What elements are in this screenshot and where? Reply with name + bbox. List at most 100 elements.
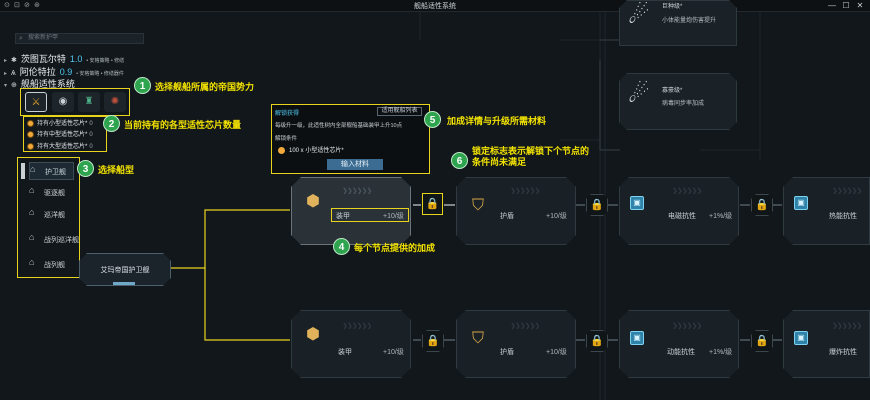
progress-arrows: ❯❯❯❯❯❯ <box>342 188 372 194</box>
ship-type-destroyer[interactable]: ⌂ 驱逐舰 <box>29 184 74 202</box>
resist-module-icon: ▣ <box>630 196 644 210</box>
chip-icon <box>278 146 285 154</box>
node-rate: +10/级 <box>546 349 567 356</box>
faction-emblem-icon: ✱ <box>11 57 17 64</box>
side-node-desc: 病毒同步率加成 <box>662 101 705 107</box>
unlock-requirement: 100 x 小型适性芯片* <box>278 145 344 154</box>
faction-tags: • 安格策略 • 修缮器件 <box>76 71 124 77</box>
minimize-button[interactable]: — <box>826 1 838 11</box>
chip-count-row: 持有中型适性芯片* 0 <box>27 129 93 138</box>
progress-arrows: ❯❯❯❯❯❯ <box>672 188 702 194</box>
faction-item[interactable]: ▸ Ѧ 阿伦特拉 0.9 • 安格策略 • 修缮器件 <box>4 65 124 77</box>
node-rate: +1%/级 <box>709 213 733 220</box>
tooltip-description: 每级升一级，此适性树内全部舰船基础装甲上升10点 <box>275 123 403 129</box>
side-node[interactable]: ☄ 寡豪级* 病毒同步率加成 <box>619 73 737 130</box>
close-button[interactable]: ✕ <box>854 1 866 11</box>
lock-icon[interactable]: 🔒 <box>422 330 444 352</box>
armor-plate-icon: ⬢ <box>306 193 320 210</box>
resist-module-icon: ▣ <box>794 331 808 345</box>
chip-count: 0 <box>89 132 93 138</box>
unlock-tooltip: 解锁获得 适用舰船列表 每级升一级，此适性树内全部舰船基础装甲上升10点 解锁条… <box>271 104 430 174</box>
window-title: 舰船适性系统 <box>414 3 456 10</box>
maximize-button[interactable]: ☐ <box>840 1 852 11</box>
ship-type-label: 护卫舰 <box>45 169 66 176</box>
chip-count-row: 持有小型适性芯片* 0 <box>27 118 93 127</box>
lock-icon[interactable]: 🔒 <box>751 194 773 216</box>
small-chip-icon <box>27 119 34 127</box>
search-icon: ⌕ <box>19 35 23 42</box>
settings-icon[interactable]: ⊙ <box>4 1 10 9</box>
side-node-title: 巨种级* <box>662 4 683 10</box>
node-label: 电磁抗性 <box>668 213 696 220</box>
empire-gallente-icon[interactable]: ♜ <box>78 92 100 112</box>
chevron-down-icon: ▾ <box>4 83 8 89</box>
callout-text: 选择舰船所属的帝国势力 <box>155 82 255 92</box>
faction-value: 1.0 <box>69 54 83 64</box>
callout-text: 选择船型 <box>98 165 135 175</box>
chip-name: 中型适性芯片* <box>49 132 88 138</box>
chip-count: 0 <box>89 121 93 127</box>
window-icon[interactable]: ⊡ <box>14 1 20 9</box>
shield-icon: ⛉ <box>471 330 484 347</box>
callout-badge: 3 <box>77 160 94 177</box>
requirement-text: 100 x 小型适性芯片* <box>289 148 344 154</box>
callout-badge: 4 <box>333 238 350 255</box>
progress-arrows: ❯❯❯❯❯❯ <box>510 323 540 329</box>
lock-icon[interactable]: 🔒 <box>586 330 608 352</box>
progress-arrows: ❯❯❯❯❯❯ <box>672 323 702 329</box>
chip-count-row: 持有大型适性芯片* 0 <box>27 141 93 150</box>
callout-text: 每个节点提供的加成 <box>354 243 436 253</box>
chevron-right-icon: ▸ <box>4 58 8 64</box>
callout-badge: 1 <box>134 77 151 94</box>
side-node-title: 寡豪级* <box>662 88 683 94</box>
input-materials-button[interactable]: 输入材料 <box>327 159 383 170</box>
callout-badge: 2 <box>103 115 120 132</box>
chip-prefix: 持有 <box>37 132 50 138</box>
faction-name: 茨图瓦尔特 <box>20 54 66 64</box>
callout-badge: 6 <box>451 152 468 169</box>
ship-silhouette-icon: ☄ <box>628 81 650 108</box>
chip-name: 大型适性芯片* <box>49 144 88 150</box>
empire-minmatar-icon[interactable]: ✺ <box>104 92 126 112</box>
start-node-label: 艾玛帝国护卫舰 <box>100 267 150 274</box>
ship-type-battleship[interactable]: ⌂ 战列舰 <box>29 256 74 274</box>
battlecruiser-icon: ⌂ <box>29 232 35 242</box>
applicable-ships-button[interactable]: 适用舰船列表 <box>377 107 422 116</box>
lock-icon[interactable]: 🔒 <box>422 193 443 215</box>
tooltip-title: 解锁获得 <box>275 111 300 117</box>
ship-type-cruiser[interactable]: ⌂ 巡洋舰 <box>29 206 74 224</box>
frigate-icon: ⌂ <box>30 164 36 174</box>
faction-emblem-icon: ⊕ <box>11 82 17 89</box>
chip-prefix: 持有 <box>37 144 50 150</box>
selected-marker <box>21 163 25 179</box>
medium-chip-icon <box>27 130 34 138</box>
node-rate: +10/级 <box>383 349 404 356</box>
empire-amarr-icon[interactable]: ⚔ <box>25 92 47 112</box>
ship-type-frigate[interactable]: ⌂ 护卫舰 <box>29 162 74 180</box>
ship-silhouette-icon: ☄ <box>628 2 650 29</box>
faction-tags: • 安格策略 • 修缮 <box>86 58 125 64</box>
destroyer-icon: ⌂ <box>29 185 35 195</box>
side-node[interactable]: ☄ 巨种级* 小体能量炮伤害提升 <box>619 0 737 46</box>
search-input[interactable]: ⌕ 搜索新护甲 <box>15 33 144 44</box>
node-label: 护盾 <box>500 213 514 220</box>
empire-caldari-icon[interactable]: ◉ <box>52 92 74 112</box>
chip-name: 小型适性芯片* <box>49 121 88 127</box>
node-label: 装甲 <box>338 349 352 356</box>
ship-type-battlecruiser[interactable]: ⌂ 战列巡洋舰 <box>29 231 79 249</box>
node-label: 热能抗性 <box>829 213 857 220</box>
faction-item[interactable]: ▸ ✱ 茨图瓦尔特 1.0 • 安格策略 • 修缮 <box>4 52 124 64</box>
info-icon[interactable]: ⊘ <box>24 1 30 9</box>
chip-count: 0 <box>89 144 93 150</box>
lock-icon[interactable]: 🔒 <box>586 194 608 216</box>
help-icon[interactable]: ⊛ <box>34 1 40 9</box>
node-rate: +10/级 <box>546 213 567 220</box>
progress-arrows: ❯❯❯❯❯❯ <box>832 323 862 329</box>
node-rate: +10/级 <box>383 213 404 220</box>
callout-text: 当前持有的各型适性芯片数量 <box>124 120 242 130</box>
resist-module-icon: ▣ <box>794 196 808 210</box>
ship-type-label: 战列舰 <box>44 262 65 269</box>
battleship-icon: ⌂ <box>29 257 35 267</box>
callout-badge: 5 <box>424 111 441 128</box>
lock-icon[interactable]: 🔒 <box>751 330 773 352</box>
